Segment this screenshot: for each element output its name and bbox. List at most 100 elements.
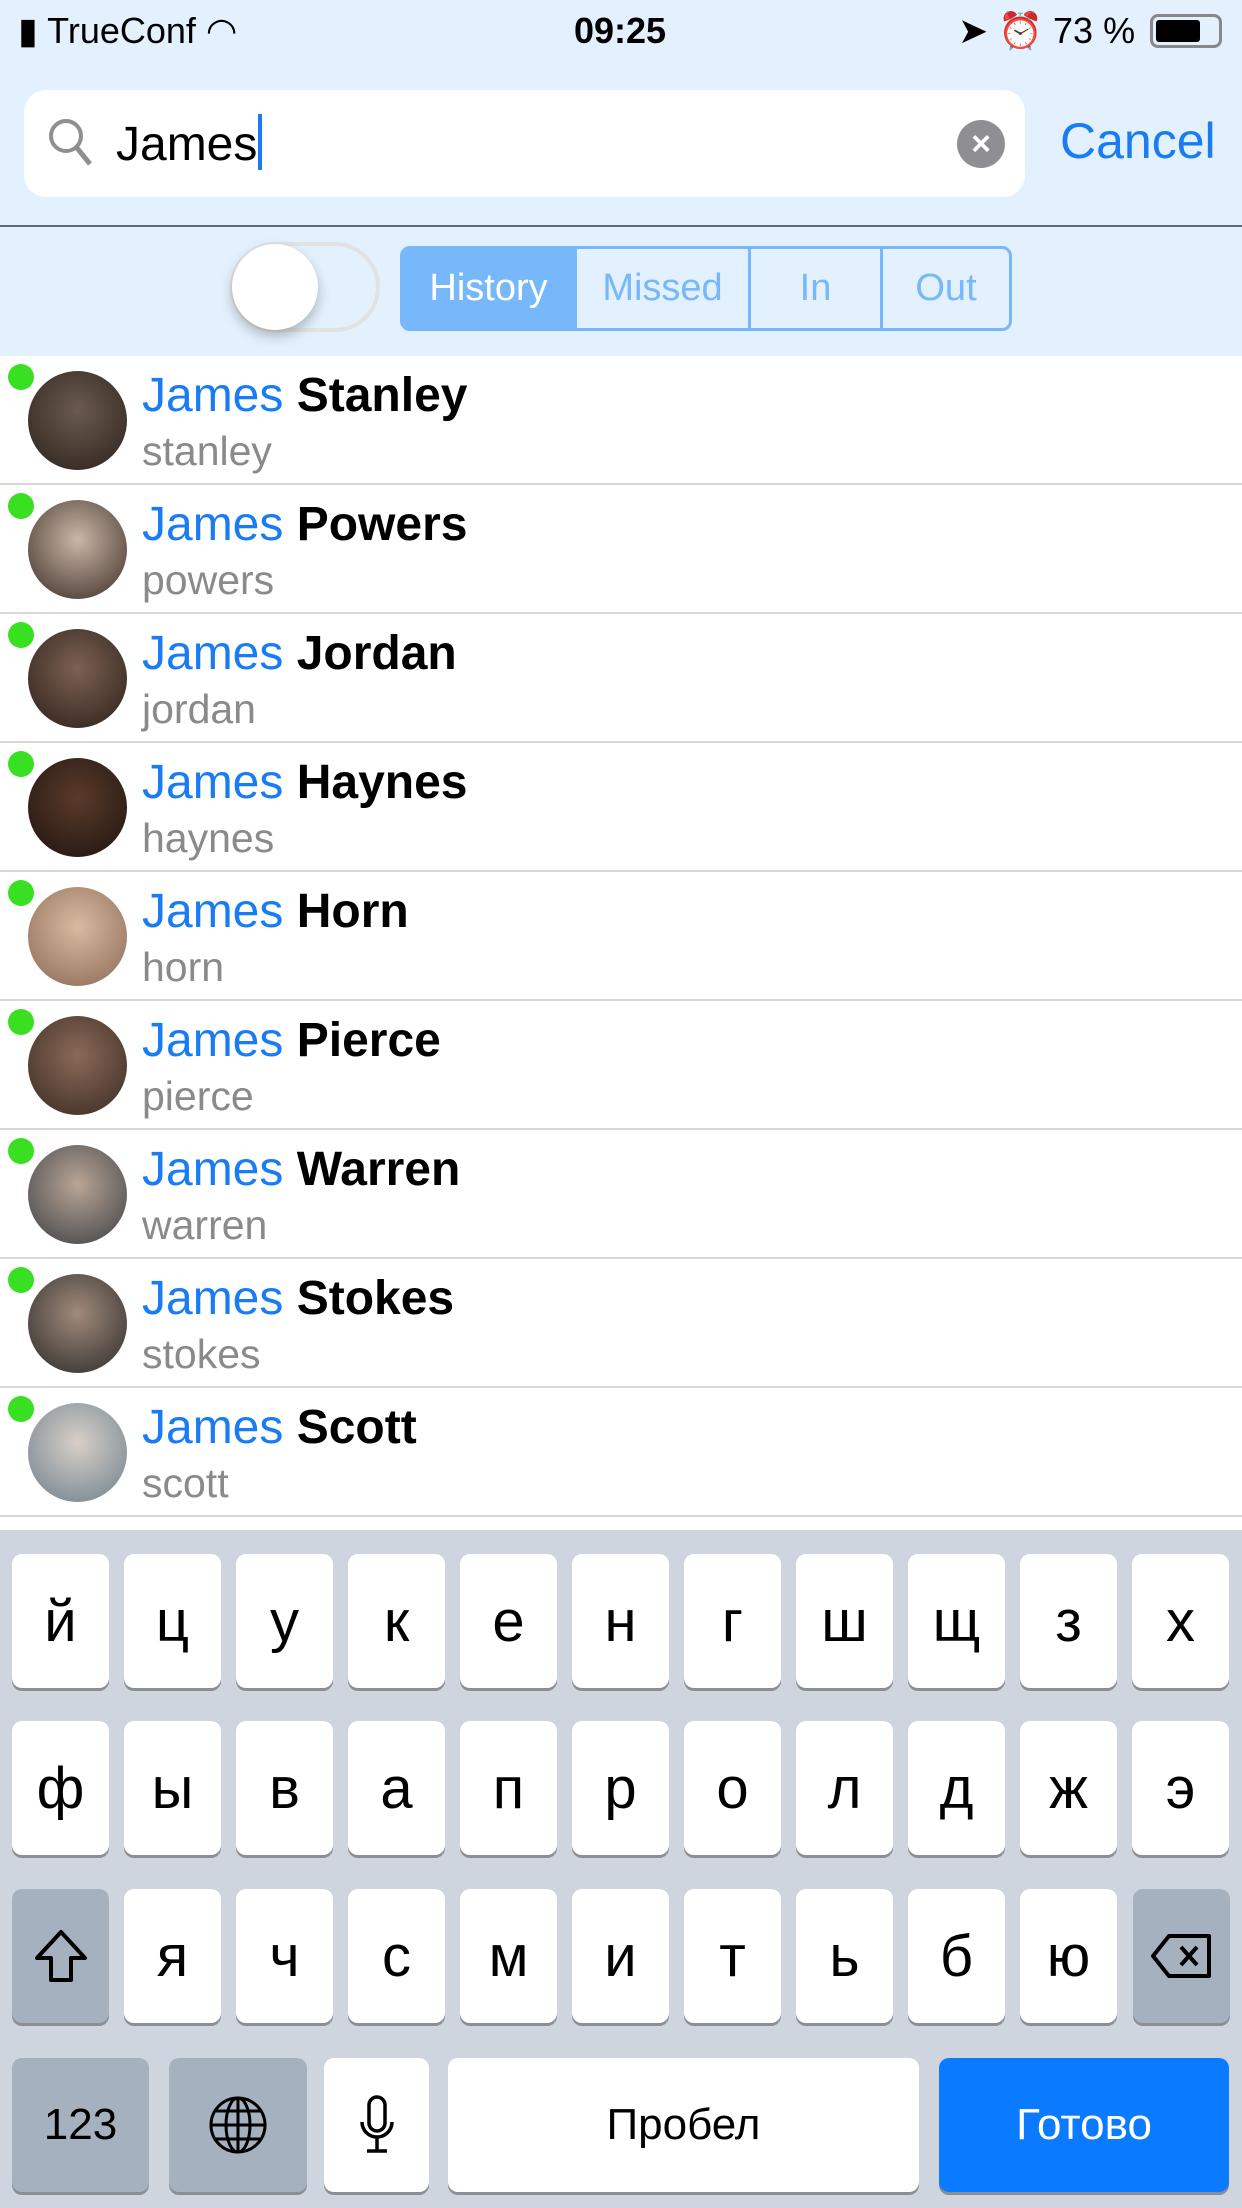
key-к[interactable]: к	[348, 1554, 445, 1688]
avatar	[28, 500, 127, 599]
contact-username: warren	[142, 1202, 268, 1248]
key-м[interactable]: м	[460, 1889, 557, 2023]
contact-username: stokes	[142, 1331, 261, 1377]
alarm-icon: ⏰	[998, 10, 1044, 51]
key-х[interactable]: х	[1132, 1554, 1229, 1688]
key-п[interactable]: п	[460, 1721, 557, 1855]
key-ф[interactable]: ф	[12, 1721, 109, 1855]
tab-missed[interactable]: Missed	[577, 249, 751, 328]
signal-icon: ▮	[18, 10, 38, 51]
key-н[interactable]: н	[572, 1554, 669, 1688]
tab-in[interactable]: In	[751, 249, 883, 328]
key-р[interactable]: р	[572, 1721, 669, 1855]
tab-out[interactable]: Out	[883, 249, 1009, 328]
avatar	[28, 887, 127, 986]
avatar	[28, 371, 127, 470]
contact-row[interactable]: James Jordan jordan	[0, 614, 1242, 743]
contact-row[interactable]: James Horn horn	[0, 872, 1242, 1001]
key-у[interactable]: у	[236, 1554, 333, 1688]
clear-search-button[interactable]: ×	[957, 120, 1005, 168]
avatar	[28, 1274, 127, 1373]
key-ж[interactable]: ж	[1020, 1721, 1117, 1855]
search-input[interactable]: James ×	[24, 90, 1025, 197]
key-т[interactable]: т	[684, 1889, 781, 2023]
key-с[interactable]: с	[348, 1889, 445, 2023]
contact-username: haynes	[142, 815, 275, 861]
key-ц[interactable]: ц	[124, 1554, 221, 1688]
online-status-icon	[8, 1267, 34, 1293]
contact-row[interactable]: James Stokes stokes	[0, 1259, 1242, 1388]
contact-name: James Pierce	[142, 1014, 441, 1067]
battery-icon	[1150, 14, 1222, 48]
space-key[interactable]: Пробел	[448, 2058, 919, 2192]
key-я[interactable]: я	[124, 1889, 221, 2023]
contact-username: pierce	[142, 1073, 254, 1119]
microphone-icon	[359, 2095, 394, 2153]
avatar	[28, 1145, 127, 1244]
online-status-icon	[8, 493, 34, 519]
key-г[interactable]: г	[684, 1554, 781, 1688]
key-ч[interactable]: ч	[236, 1889, 333, 2023]
key-л[interactable]: л	[796, 1721, 893, 1855]
contact-row[interactable]: James Haynes haynes	[0, 743, 1242, 872]
microphone-key[interactable]	[324, 2058, 429, 2192]
key-й[interactable]: й	[12, 1554, 109, 1688]
globe-key[interactable]	[169, 2058, 307, 2192]
key-а[interactable]: а	[348, 1721, 445, 1855]
online-status-icon	[8, 364, 34, 390]
status-carrier: ▮ TrueConf ◠	[18, 10, 238, 51]
avatar	[28, 1403, 127, 1502]
contact-row[interactable]: James Stanley stanley	[0, 356, 1242, 485]
key-и[interactable]: и	[572, 1889, 669, 2023]
contact-username: horn	[142, 944, 225, 990]
avatar	[28, 1016, 127, 1115]
key-ы[interactable]: ы	[124, 1721, 221, 1855]
contact-name: James Powers	[142, 498, 468, 551]
key-ь[interactable]: ь	[796, 1889, 893, 2023]
key-ш[interactable]: ш	[796, 1554, 893, 1688]
backspace-icon	[1150, 1934, 1211, 1978]
contact-row[interactable]: James Scott scott	[0, 1388, 1242, 1517]
location-icon: ➤	[958, 10, 989, 51]
contact-username: stanley	[142, 428, 272, 474]
key-е[interactable]: е	[460, 1554, 557, 1688]
divider	[0, 225, 1242, 227]
done-key[interactable]: Готово	[939, 2058, 1229, 2192]
key-б[interactable]: б	[908, 1889, 1005, 2023]
contact-row[interactable]: James Warren warren	[0, 1130, 1242, 1259]
contact-name: James Scott	[142, 1401, 417, 1454]
avatar	[28, 758, 127, 857]
status-time: 09:25	[574, 10, 667, 51]
online-status-icon	[8, 1396, 34, 1422]
key-о[interactable]: о	[684, 1721, 781, 1855]
filter-segmented-control: History Missed In Out	[400, 246, 1012, 331]
toggle-knob	[232, 244, 318, 330]
search-value[interactable]: James	[116, 114, 262, 172]
cancel-button[interactable]: Cancel	[1060, 112, 1216, 170]
online-status-icon	[8, 751, 34, 777]
key-ю[interactable]: ю	[1020, 1889, 1117, 2023]
contact-name: James Warren	[142, 1143, 461, 1196]
key-щ[interactable]: щ	[908, 1554, 1005, 1688]
shift-key[interactable]	[12, 1889, 109, 2023]
contact-row[interactable]: James Pierce pierce	[0, 1001, 1242, 1130]
contact-username: jordan	[142, 686, 256, 732]
key-з[interactable]: з	[1020, 1554, 1117, 1688]
key-э[interactable]: э	[1132, 1721, 1229, 1855]
contact-username: powers	[142, 557, 275, 603]
numbers-key[interactable]: 123	[12, 2058, 149, 2192]
contact-name: James Stokes	[142, 1272, 455, 1325]
tab-history[interactable]: History	[403, 249, 577, 328]
contact-name: James Horn	[142, 885, 409, 938]
avatar	[28, 629, 127, 728]
contact-row[interactable]: James Powers powers	[0, 485, 1242, 614]
key-в[interactable]: в	[236, 1721, 333, 1855]
backspace-key[interactable]	[1133, 1889, 1230, 2023]
status-right: ➤ ⏰ 73 %	[958, 10, 1136, 51]
shift-icon	[34, 1930, 87, 1982]
contact-name: James Haynes	[142, 756, 468, 809]
filter-toggle[interactable]	[230, 242, 380, 332]
contact-name: James Jordan	[142, 627, 457, 680]
key-д[interactable]: д	[908, 1721, 1005, 1855]
search-icon	[49, 119, 92, 166]
